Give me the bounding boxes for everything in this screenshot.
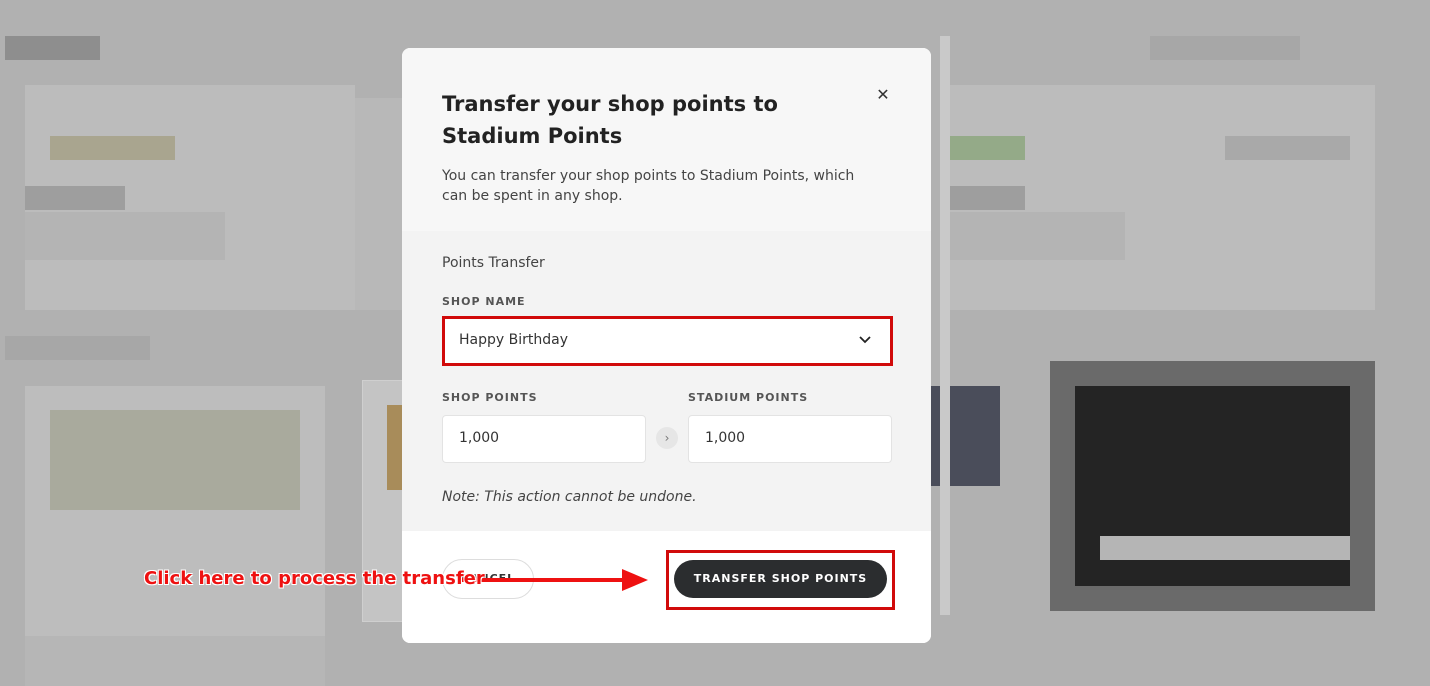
shop-name-label: SHOP NAME [442,295,526,308]
transfer-shop-points-button[interactable]: TRANSFER SHOP POINTS [674,560,887,598]
shop-points-input[interactable]: 1,000 [442,415,646,463]
blurred-card [25,636,325,686]
blurred-image [50,410,300,510]
stadium-points-label: STADIUM POINTS [688,391,809,404]
shop-name-value: Happy Birthday [459,332,568,348]
blurred-logo [5,36,100,60]
blurred-image [387,405,402,490]
blurred-badge [1225,136,1350,160]
blurred-image [1100,536,1350,560]
stadium-points-value: 1,000 [705,430,746,446]
blurred-banner [50,136,175,160]
blurred-text [25,212,225,260]
modal-header: Transfer your shop points to Stadium Poi… [402,48,931,231]
chevron-right-icon: › [656,427,678,449]
stadium-points-input[interactable]: 1,000 [688,415,892,463]
blurred-card-edge [355,98,405,310]
blurred-header-right [1150,36,1300,60]
section-title: Points Transfer [442,255,545,271]
chevron-down-icon [859,336,871,344]
scrollbar-track [940,36,950,615]
shop-points-label: SHOP POINTS [442,391,538,404]
blurred-text [950,212,1125,260]
modal-title: Transfer your shop points to Stadium Poi… [442,92,778,148]
undo-warning-note: Note: This action cannot be undone. [442,489,697,505]
blurred-heading [5,336,150,360]
close-icon[interactable]: ✕ [872,84,894,106]
blurred-text [25,186,125,210]
modal-description: You can transfer your shop points to Sta… [442,168,855,204]
blurred-text [950,186,1025,210]
modal-body: Points Transfer SHOP NAME Happy Birthday… [402,231,931,531]
shop-name-select[interactable]: Happy Birthday [442,317,892,365]
annotation-arrow-icon [462,569,648,591]
annotation-text: Click here to process the transfer [144,568,485,589]
blurred-banner [950,136,1025,160]
transfer-points-modal: Transfer your shop points to Stadium Poi… [402,48,931,643]
shop-points-value: 1,000 [459,430,500,446]
